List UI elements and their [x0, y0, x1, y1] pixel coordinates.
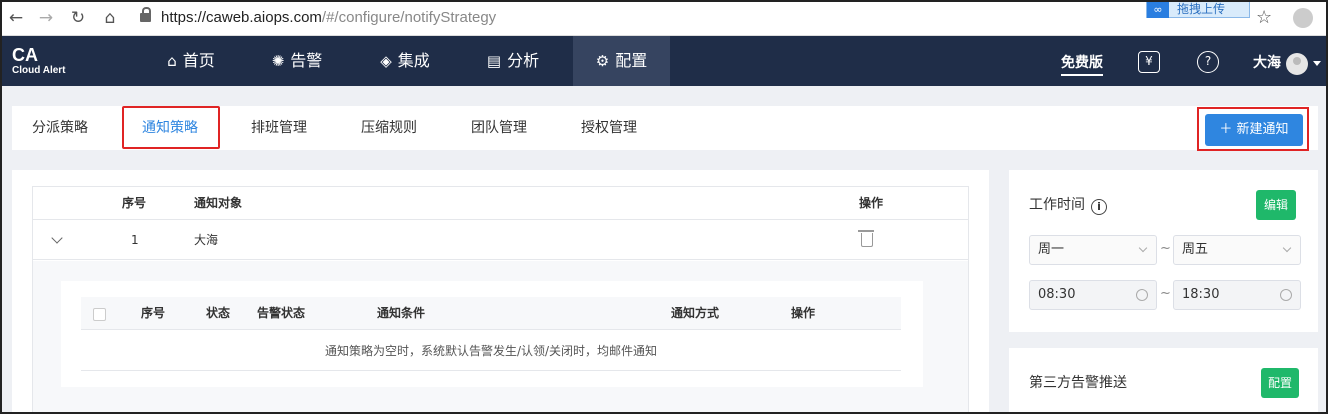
- chart-icon: ▤: [486, 52, 502, 70]
- inner-header-alert-status: 告警状态: [257, 306, 306, 320]
- nav-home[interactable]: ⌂ 首页: [146, 36, 236, 86]
- work-time-label: 工作时间: [1029, 197, 1085, 213]
- third-party-title: 第三方告警推送: [1029, 375, 1127, 391]
- home-browser-icon[interactable]: ⌂: [100, 8, 120, 28]
- brand-title: CA: [12, 45, 38, 65]
- home-icon: ⌂: [167, 52, 177, 70]
- tab-auth[interactable]: 授权管理: [581, 106, 637, 150]
- table-row: 1 大海: [33, 220, 968, 260]
- nav-analysis-label: 分析: [507, 51, 540, 70]
- sub-tabs: 分派策略 通知策略 排班管理 压缩规则 团队管理 授权管理 ＋ 新建通知: [12, 106, 1318, 151]
- header-index: 序号: [122, 196, 147, 210]
- chevron-down-icon[interactable]: [51, 232, 63, 244]
- nav-config[interactable]: ⚙ 配置: [573, 36, 670, 86]
- day-from-value: 周一: [1038, 242, 1065, 257]
- lock-icon: [140, 7, 151, 22]
- help-icon[interactable]: ?: [1197, 51, 1219, 73]
- address-bar[interactable]: https://caweb.aiops.com/#/configure/noti…: [140, 6, 1140, 30]
- brand-logo[interactable]: CA Cloud Alert: [12, 46, 66, 78]
- tab-team[interactable]: 团队管理: [471, 106, 527, 150]
- chevron-down-icon[interactable]: [1313, 61, 1321, 66]
- extension-button[interactable]: ∞ 拖拽上传: [1146, 0, 1250, 18]
- chevron-down-icon: [1138, 243, 1148, 253]
- back-icon[interactable]: ←: [6, 8, 26, 28]
- new-notify-button[interactable]: ＋ 新建通知: [1205, 114, 1303, 146]
- bookmark-star-icon[interactable]: ☆: [1256, 7, 1272, 28]
- user-name[interactable]: 大海: [1253, 52, 1281, 72]
- gear-icon: ⚙: [595, 52, 610, 70]
- day-to-select[interactable]: 周五: [1173, 235, 1301, 265]
- tab-compress[interactable]: 压缩规则: [361, 106, 417, 150]
- chevron-down-icon: [1282, 243, 1292, 253]
- config-button[interactable]: 配置: [1261, 368, 1299, 398]
- forward-icon[interactable]: →: [36, 8, 56, 28]
- select-all-checkbox[interactable]: [93, 308, 106, 321]
- extension-label: 拖拽上传: [1177, 2, 1226, 16]
- condition-card: 序号 状态 告警状态 通知条件 通知方式 操作 通知策略为空时，系统默认告警发生…: [61, 281, 923, 387]
- new-notify-highlight: ＋ 新建通知: [1197, 107, 1309, 151]
- url-path: /#/configure/notifyStrategy: [321, 9, 497, 26]
- notify-strategy-panel: 序号 通知对象 操作 1 大海 序号 状态 告警状态 通知条件 通知方式 操作: [12, 170, 989, 414]
- info-icon[interactable]: i: [1091, 199, 1107, 215]
- layers-icon: ◈: [380, 52, 392, 70]
- alarm-icon: ✺: [271, 52, 285, 70]
- range-separator: ~: [1160, 286, 1171, 301]
- url-host: https://caweb.aiops.com: [161, 9, 322, 26]
- browser-profile-icon[interactable]: [1293, 8, 1313, 28]
- inner-header-status: 状态: [206, 306, 231, 320]
- nav-alarm[interactable]: ✺ 告警: [252, 36, 342, 86]
- row-target: 大海: [194, 233, 219, 247]
- nav-analysis[interactable]: ▤ 分析: [468, 36, 558, 86]
- range-separator: ~: [1160, 241, 1171, 256]
- time-from-input[interactable]: 08:30: [1029, 280, 1157, 310]
- time-to-input[interactable]: 18:30: [1173, 280, 1301, 310]
- row-index: 1: [131, 233, 139, 247]
- cloud-extension-icon: ∞: [1147, 2, 1169, 18]
- inner-header-method: 通知方式: [671, 306, 720, 320]
- nav-alarm-label: 告警: [290, 51, 323, 70]
- table-header: 序号 通知对象 操作: [33, 187, 968, 220]
- nav-config-label: 配置: [615, 51, 648, 70]
- edit-button[interactable]: 编辑: [1256, 190, 1296, 220]
- work-time-card: 工作时间 i 编辑 周一 ~ 周五 08:30 ~ 18:30: [1009, 170, 1318, 332]
- clock-icon: [1280, 289, 1292, 301]
- inner-header-ops: 操作: [791, 306, 816, 320]
- free-plan-link[interactable]: 免费版: [1061, 52, 1103, 76]
- browser-toolbar: ← → ↻ ⌂ https://caweb.aiops.com/#/config…: [0, 0, 1328, 36]
- avatar[interactable]: [1286, 53, 1308, 75]
- nav-home-label: 首页: [182, 51, 215, 70]
- empty-message: 通知策略为空时，系统默认告警发生/认领/关闭时，均邮件通知: [81, 331, 901, 371]
- trash-icon[interactable]: [858, 230, 874, 247]
- reload-icon[interactable]: ↻: [68, 8, 88, 28]
- third-party-card: 第三方告警推送 配置: [1009, 348, 1318, 414]
- brand-subtitle: Cloud Alert: [12, 65, 66, 76]
- inner-header-condition: 通知条件: [377, 306, 426, 320]
- condition-table-header: 序号 状态 告警状态 通知条件 通知方式 操作: [81, 297, 901, 330]
- work-time-title: 工作时间 i: [1029, 194, 1107, 215]
- header-ops: 操作: [859, 196, 884, 210]
- nav-integration-label: 集成: [397, 51, 430, 70]
- inner-header-index: 序号: [141, 306, 166, 320]
- expanded-row: 序号 状态 告警状态 通知条件 通知方式 操作 通知策略为空时，系统默认告警发生…: [33, 261, 968, 414]
- tab-schedule[interactable]: 排班管理: [251, 106, 307, 150]
- top-navigation: CA Cloud Alert ⌂ 首页 ✺ 告警 ◈ 集成 ▤ 分析 ⚙ 配置 免费版 ¥…: [0, 36, 1328, 86]
- strategy-table: 序号 通知对象 操作 1 大海 序号 状态 告警状态 通知条件 通知方式 操作: [32, 186, 969, 414]
- tab-notify[interactable]: 通知策略: [142, 106, 198, 150]
- day-from-select[interactable]: 周一: [1029, 235, 1157, 265]
- yen-icon[interactable]: ¥: [1138, 51, 1160, 73]
- tab-dispatch[interactable]: 分派策略: [32, 106, 88, 150]
- nav-integration[interactable]: ◈ 集成: [360, 36, 450, 86]
- day-to-value: 周五: [1182, 242, 1209, 257]
- time-from-value: 08:30: [1038, 287, 1076, 302]
- clock-icon: [1136, 289, 1148, 301]
- header-target: 通知对象: [194, 196, 243, 210]
- time-to-value: 18:30: [1182, 287, 1220, 302]
